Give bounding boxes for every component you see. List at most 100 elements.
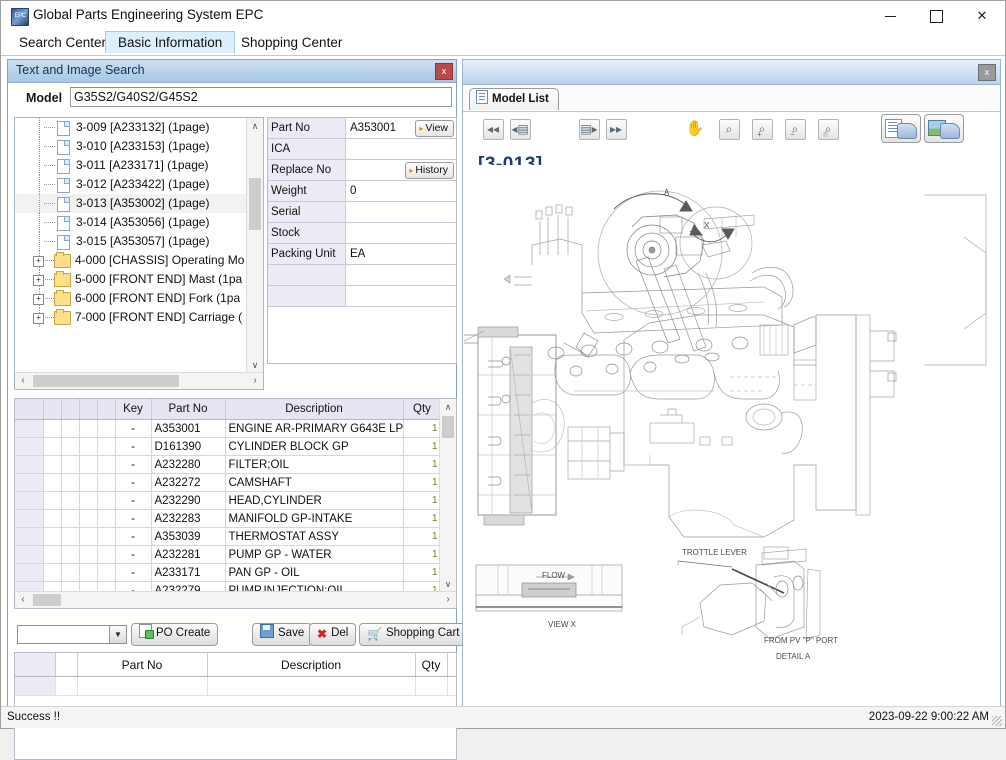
table-row[interactable]: - A232280 FILTER;OIL 1 bbox=[15, 455, 442, 474]
row-stub[interactable] bbox=[15, 545, 44, 564]
delete-button[interactable]: ✖ Del bbox=[309, 623, 357, 646]
tab-shopping-center[interactable]: Shopping Center bbox=[229, 31, 354, 54]
tree-item[interactable]: +4-000 [CHASSIS] Operating Mo bbox=[15, 251, 247, 270]
row-stub[interactable] bbox=[15, 473, 44, 492]
cart-column-header[interactable]: Serial No bbox=[447, 653, 456, 677]
left-panel-close-icon[interactable]: x bbox=[435, 63, 453, 80]
table-row[interactable]: - A232281 PUMP GP - WATER 1 bbox=[15, 545, 442, 564]
table-row[interactable]: - D161390 CYLINDER BLOCK GP 1 bbox=[15, 437, 442, 456]
column-header[interactable]: Part No bbox=[151, 399, 226, 420]
order-type-select[interactable]: ▼ bbox=[17, 625, 127, 644]
parts-hscroll-thumb[interactable] bbox=[33, 594, 61, 606]
table-row[interactable]: - A353001 ENGINE AR-PRIMARY G643E LP 1 bbox=[15, 419, 442, 438]
tab-model-list[interactable]: Model List bbox=[469, 88, 559, 110]
row-stub[interactable] bbox=[15, 437, 44, 456]
next-page-button[interactable]: ▤▸ bbox=[575, 116, 603, 142]
tree-item[interactable]: 3-012 [A233422] (1page) bbox=[15, 175, 247, 194]
maximize-button[interactable] bbox=[913, 1, 959, 31]
parts-scroll-right-icon[interactable]: › bbox=[440, 592, 456, 608]
cart-row[interactable] bbox=[15, 676, 456, 696]
detail-value[interactable] bbox=[346, 139, 456, 159]
expand-icon[interactable]: + bbox=[33, 275, 44, 286]
column-header[interactable] bbox=[97, 399, 116, 420]
cart-column-header[interactable] bbox=[55, 653, 78, 677]
cart-column-header[interactable] bbox=[15, 653, 56, 677]
tree-item[interactable]: +5-000 [FRONT END] Mast (1pa bbox=[15, 270, 247, 289]
po-create-button[interactable]: PO Create bbox=[131, 623, 219, 646]
tree-scroll-left-icon[interactable]: ‹ bbox=[15, 373, 31, 389]
detail-value[interactable]: 0 bbox=[346, 181, 456, 201]
parts-horizontal-scrollbar[interactable]: ‹ › bbox=[15, 591, 456, 608]
detail-value[interactable]: A353001 ▸ View bbox=[346, 118, 456, 138]
tree-item[interactable]: +6-000 [FRONT END] Fork (1pa bbox=[15, 289, 247, 308]
zoom-in-button[interactable]: ⌕ + bbox=[748, 116, 776, 142]
zoom-out-button[interactable]: ⌕ − bbox=[781, 116, 809, 142]
row-stub[interactable] bbox=[15, 563, 44, 582]
shopping-cart-button[interactable]: 🛒 Shopping Cart bbox=[359, 623, 468, 646]
row-stub[interactable] bbox=[15, 527, 44, 546]
parts-list-grid[interactable]: Key Part No Description Qty - A353001 ENGINE A… bbox=[14, 398, 457, 609]
cart-column-header[interactable]: Description bbox=[207, 653, 416, 677]
zoom-reset-button[interactable]: ⌕ ○ bbox=[814, 116, 842, 142]
expand-icon[interactable]: + bbox=[33, 294, 44, 305]
last-page-button[interactable]: ▸▸ bbox=[602, 116, 630, 142]
table-row[interactable]: - A232272 CAMSHAFT 1 bbox=[15, 473, 442, 492]
previous-page-button[interactable]: ◂▤ bbox=[506, 116, 534, 142]
tree-item[interactable]: 3-010 [A233153] (1page) bbox=[15, 137, 247, 156]
print-image-button[interactable] bbox=[924, 114, 964, 143]
table-row[interactable]: - A232290 HEAD,CYLINDER 1 bbox=[15, 491, 442, 510]
table-row[interactable]: - A232283 MANIFOLD GP-INTAKE 1 bbox=[15, 509, 442, 528]
parts-scroll-down-icon[interactable]: ∨ bbox=[440, 576, 456, 592]
tab-search-center[interactable]: Search Center bbox=[7, 31, 118, 54]
parts-tree[interactable]: 3-009 [A233132] (1page) 3-010 [A233153] (… bbox=[14, 117, 264, 390]
tree-scroll-thumb[interactable] bbox=[249, 178, 261, 230]
tree-horizontal-scrollbar[interactable]: ‹ › bbox=[15, 372, 263, 389]
row-stub[interactable] bbox=[15, 419, 44, 438]
history-button[interactable]: ▸ History bbox=[405, 162, 454, 179]
tree-item[interactable]: +7-000 [FRONT END] Carriage ( bbox=[15, 308, 247, 327]
column-header[interactable]: Qty bbox=[403, 399, 442, 420]
tree-scroll-down-icon[interactable]: ∨ bbox=[247, 357, 263, 373]
print-list-button[interactable] bbox=[881, 114, 921, 143]
tree-item[interactable]: 3-015 [A353057] (1page) bbox=[15, 232, 247, 251]
pan-hand-button[interactable]: ✋ bbox=[681, 116, 709, 142]
resize-grip-icon[interactable] bbox=[992, 716, 1002, 726]
tree-scroll-right-icon[interactable]: › bbox=[247, 373, 263, 389]
row-stub[interactable] bbox=[15, 509, 44, 528]
column-header[interactable] bbox=[43, 399, 62, 420]
detail-value[interactable] bbox=[346, 286, 456, 306]
tree-item[interactable]: 3-013 [A353002] (1page) bbox=[15, 194, 247, 213]
minimize-button[interactable] bbox=[867, 1, 913, 31]
view-button[interactable]: ▸ View bbox=[415, 120, 454, 137]
first-page-button[interactable]: ◂◂ bbox=[479, 116, 507, 142]
right-panel-close-icon[interactable]: x bbox=[978, 64, 996, 81]
tree-item[interactable]: 3-014 [A353056] (1page) bbox=[15, 213, 247, 232]
column-header[interactable]: Key bbox=[115, 399, 152, 420]
detail-value[interactable] bbox=[346, 265, 456, 285]
detail-value[interactable] bbox=[346, 202, 456, 222]
expand-icon[interactable]: + bbox=[33, 313, 44, 324]
tree-scroll-up-icon[interactable]: ∧ bbox=[247, 118, 263, 134]
model-input[interactable] bbox=[70, 87, 452, 107]
close-button[interactable]: ✕ bbox=[959, 1, 1005, 31]
parts-vertical-scrollbar[interactable]: ∧ ∨ bbox=[439, 399, 456, 592]
parts-scroll-up-icon[interactable]: ∧ bbox=[440, 399, 456, 415]
tree-hscroll-thumb[interactable] bbox=[33, 375, 179, 387]
zoom-fit-button[interactable]: ⌕ bbox=[715, 116, 743, 142]
column-header[interactable] bbox=[15, 399, 44, 420]
detail-value[interactable]: ▸ History bbox=[346, 160, 456, 180]
diagram-canvas[interactable]: A X TROTTLE LEVER FROM PV "P" PORT DETAIL A F… bbox=[464, 165, 999, 706]
cart-column-header[interactable]: Part No bbox=[77, 653, 208, 677]
expand-icon[interactable]: + bbox=[33, 256, 44, 267]
parts-scroll-left-icon[interactable]: ‹ bbox=[15, 592, 31, 608]
table-row[interactable]: - A353039 THERMOSTAT ASSY 1 bbox=[15, 527, 442, 546]
cart-column-header[interactable]: Qty bbox=[415, 653, 448, 677]
chevron-down-icon[interactable]: ▼ bbox=[109, 626, 126, 643]
column-header[interactable]: Description bbox=[225, 399, 404, 420]
table-row[interactable]: - A233171 PAN GP - OIL 1 bbox=[15, 563, 442, 582]
column-header[interactable] bbox=[61, 399, 80, 420]
parts-scroll-thumb[interactable] bbox=[442, 416, 454, 438]
tab-basic-information[interactable]: Basic Information bbox=[105, 31, 236, 53]
save-button[interactable]: Save bbox=[252, 623, 313, 646]
row-stub[interactable] bbox=[15, 491, 44, 510]
